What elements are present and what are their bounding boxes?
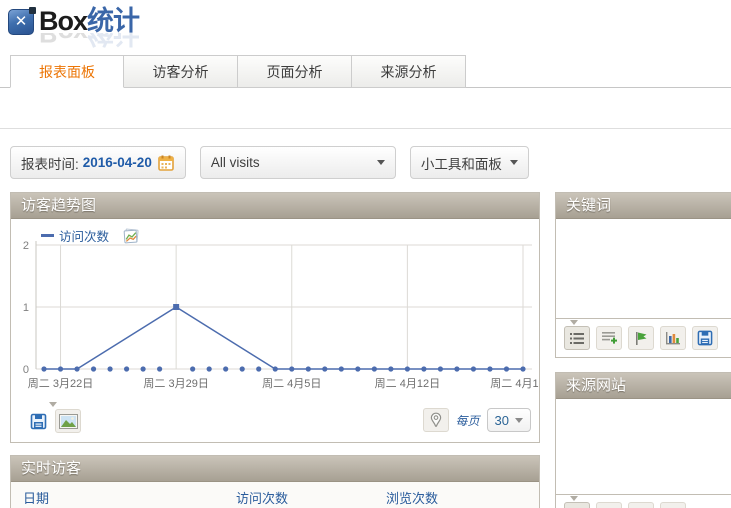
segment-selector[interactable]: All visits: [200, 146, 396, 179]
rows-per-page-value: 30: [495, 413, 509, 428]
expand-triangle-icon[interactable]: [570, 496, 578, 501]
table-view-button[interactable]: [564, 502, 590, 508]
svg-text:周二 3月22日: 周二 3月22日: [28, 377, 93, 390]
keywords-footer: [556, 318, 731, 350]
keywords-title[interactable]: 关键词: [556, 193, 731, 219]
table-view-button[interactable]: [564, 326, 590, 350]
svg-text:1: 1: [23, 302, 29, 314]
visitor-trend-chart: 访问次数 0 1 2 周二 3月22日 周二 3月29日 周二 4月5日 周二 4月12日 周…: [11, 219, 539, 401]
all-columns-button[interactable]: [596, 326, 622, 350]
export-data-button[interactable]: [25, 409, 51, 433]
svg-text:2: 2: [23, 240, 29, 252]
realtime-table-header-row: 日期 访问次数 浏览次数: [11, 482, 539, 508]
tab-report-dashboard[interactable]: 报表面板: [10, 55, 124, 88]
referrer-websites-footer: [556, 494, 731, 508]
logo-x-icon: ✕: [8, 9, 34, 35]
list-icon: [569, 332, 585, 345]
chart-footer-controls: 每页 30: [423, 408, 531, 432]
expand-triangle-icon[interactable]: [49, 402, 57, 407]
app-title-accent: 统计: [87, 6, 139, 36]
image-icon: [59, 414, 78, 429]
report-toolbar: 报表时间: 2016-04-20 All visits 小工具和面板: [10, 146, 529, 179]
referrer-websites-body: [556, 399, 731, 494]
segment-selected-value: All visits: [211, 155, 260, 170]
realtime-visitors-title[interactable]: 实时访客: [11, 456, 539, 482]
expand-triangle-icon[interactable]: [570, 320, 578, 325]
referrer-websites-title[interactable]: 来源网站: [556, 373, 731, 399]
svg-text:周二 3月29日: 周二 3月29日: [143, 377, 208, 390]
app-title-bold: Box: [39, 6, 87, 36]
export-floppy-icon: [697, 330, 713, 346]
bar-chart-button[interactable]: [660, 502, 686, 508]
bar-chart-button[interactable]: [660, 326, 686, 350]
column-header-visits[interactable]: 访问次数: [236, 488, 386, 507]
table-plus-icon: [601, 331, 617, 345]
tab-referrer-analysis[interactable]: 来源分析: [352, 55, 466, 88]
calendar-icon: [158, 155, 175, 171]
chevron-down-icon: [515, 418, 523, 423]
annotations-button[interactable]: [423, 408, 449, 432]
main-nav-tabbar: 报表面板 访客分析 页面分析 来源分析: [0, 55, 731, 88]
flag-icon: [634, 331, 648, 346]
chevron-down-icon: [510, 160, 518, 165]
date-range-button[interactable]: 报表时间: 2016-04-20: [10, 146, 186, 179]
location-pin-icon: [430, 412, 442, 428]
realtime-visitors-widget: 实时访客 日期 访问次数 浏览次数: [10, 455, 540, 508]
export-image-button[interactable]: [55, 409, 81, 433]
goals-button[interactable]: [628, 502, 654, 508]
column-header-pageviews[interactable]: 浏览次数: [386, 488, 539, 507]
widgets-button-label: 小工具和面板: [421, 153, 502, 173]
legend-line-swatch: [41, 234, 54, 237]
svg-text:0: 0: [23, 364, 29, 376]
date-label: 报表时间:: [21, 153, 79, 173]
tab-visitor-analysis[interactable]: 访客分析: [124, 55, 238, 88]
export-button[interactable]: [692, 326, 718, 350]
app-title: Box统计: [39, 6, 139, 36]
export-floppy-icon: [30, 413, 47, 430]
trend-line-plot[interactable]: 0 1 2 周二 3月22日 周二 3月29日 周二 4月5日 周二 4月12日 周二 4月1…: [11, 219, 539, 401]
chart-type-icon[interactable]: [123, 228, 140, 244]
all-columns-button[interactable]: [596, 502, 622, 508]
svg-text:周二 4月12日: 周二 4月12日: [375, 377, 440, 390]
rows-per-page-label: 每页: [456, 412, 480, 429]
rows-per-page-select[interactable]: 30: [487, 408, 531, 432]
keywords-widget: 关键词: [555, 192, 731, 358]
goals-button[interactable]: [628, 326, 654, 350]
visitor-trend-widget: 访客趋势图 访问次数 0 1 2 周二 3月22日 周二 3月29日 周二 4月5日 周二 …: [10, 192, 540, 443]
app-logo[interactable]: ✕ Box统计: [8, 6, 139, 36]
legend-series-label: 访问次数: [59, 226, 109, 245]
svg-text:周二 4月19日: 周二 4月19日: [490, 377, 539, 390]
chart-footer: 每页 30: [11, 401, 539, 442]
header-divider: [0, 128, 731, 129]
column-header-date[interactable]: 日期: [23, 488, 236, 507]
bar-chart-icon: [665, 331, 681, 345]
svg-text:周二 4月5日: 周二 4月5日: [262, 377, 321, 390]
visitor-trend-title[interactable]: 访客趋势图: [11, 193, 539, 219]
keywords-body: [556, 219, 731, 318]
widgets-and-dashboard-button[interactable]: 小工具和面板: [410, 146, 529, 179]
tab-page-analysis[interactable]: 页面分析: [238, 55, 352, 88]
referrer-websites-widget: 来源网站: [555, 372, 731, 508]
date-value: 2016-04-20: [83, 155, 152, 170]
chevron-down-icon: [377, 160, 385, 165]
chart-legend: 访问次数: [41, 226, 140, 245]
